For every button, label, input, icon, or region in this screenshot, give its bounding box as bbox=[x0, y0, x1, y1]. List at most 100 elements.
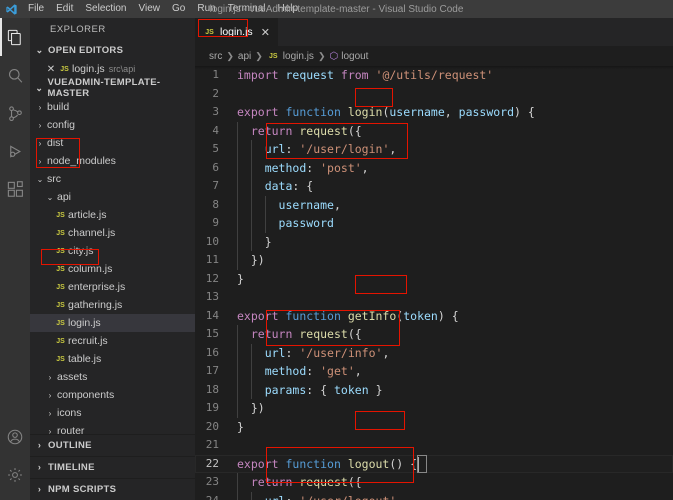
line-text: return request({ bbox=[237, 325, 362, 344]
indent-guide bbox=[251, 344, 252, 363]
close-icon[interactable]: ✕ bbox=[44, 64, 58, 75]
tree-item-channel-js[interactable]: JSchannel.js bbox=[30, 224, 195, 242]
line-text: } bbox=[237, 270, 244, 289]
code-line[interactable]: 22export function logout() { bbox=[195, 455, 673, 474]
menu-edit[interactable]: Edit bbox=[50, 1, 79, 17]
code-line[interactable]: 11 }) bbox=[195, 251, 673, 270]
breadcrumb-src[interactable]: src bbox=[209, 51, 222, 62]
code-line[interactable]: 8 username, bbox=[195, 196, 673, 215]
code-line[interactable]: 2 bbox=[195, 85, 673, 104]
line-number: 24 bbox=[195, 492, 237, 500]
activity-source-control[interactable] bbox=[0, 94, 30, 132]
code-line[interactable]: 9 password bbox=[195, 214, 673, 233]
menu-run[interactable]: Run bbox=[191, 1, 221, 17]
js-icon: JS bbox=[54, 248, 67, 255]
breadcrumb-symbol[interactable]: logout bbox=[341, 51, 368, 62]
section-project-root[interactable]: ⌄ VUEADMIN-TEMPLATE-MASTER bbox=[30, 78, 195, 98]
panel-timeline[interactable]: › TIMELINE bbox=[30, 456, 195, 478]
tree-item-label: assets bbox=[56, 371, 87, 383]
menu-go[interactable]: Go bbox=[166, 1, 191, 17]
tree-item-article-js[interactable]: JSarticle.js bbox=[30, 206, 195, 224]
menu-help[interactable]: Help bbox=[272, 1, 305, 17]
file-tree[interactable]: ›build›config›dist›node_modules⌄src⌄apiJ… bbox=[30, 98, 195, 434]
chevron-down-icon: ⌄ bbox=[34, 83, 44, 94]
js-icon: JS bbox=[267, 53, 280, 60]
close-icon[interactable]: ✕ bbox=[261, 26, 270, 39]
code-content[interactable]: 1import request from '@/utils/request'23… bbox=[195, 66, 673, 500]
code-line[interactable]: 24 url: '/user/logout', bbox=[195, 492, 673, 500]
menu-view[interactable]: View bbox=[133, 1, 167, 17]
activity-explorer[interactable] bbox=[0, 18, 30, 56]
tree-item-build[interactable]: ›build bbox=[30, 98, 195, 116]
code-line[interactable]: 23 return request({ bbox=[195, 473, 673, 492]
tree-item-router[interactable]: ›router bbox=[30, 422, 195, 434]
menu-terminal[interactable]: Terminal bbox=[222, 1, 272, 17]
activity-run-debug[interactable] bbox=[0, 132, 30, 170]
tree-item-label: table.js bbox=[67, 353, 101, 365]
line-text: url: '/user/login', bbox=[237, 140, 396, 159]
menu-bar[interactable]: File Edit Selection View Go Run Terminal… bbox=[22, 1, 304, 17]
code-line[interactable]: 6 method: 'post', bbox=[195, 159, 673, 178]
tree-item-recruit-js[interactable]: JSrecruit.js bbox=[30, 332, 195, 350]
panel-outline[interactable]: › OUTLINE bbox=[30, 434, 195, 456]
activity-settings[interactable] bbox=[0, 456, 30, 494]
line-number: 17 bbox=[195, 362, 237, 381]
tree-item-node-modules[interactable]: ›node_modules bbox=[30, 152, 195, 170]
code-line[interactable]: 16 url: '/user/info', bbox=[195, 344, 673, 363]
tree-item-components[interactable]: ›components bbox=[30, 386, 195, 404]
code-line[interactable]: 13 bbox=[195, 288, 673, 307]
code-line[interactable]: 3export function login(username, passwor… bbox=[195, 103, 673, 122]
line-text: data: { bbox=[237, 177, 313, 196]
tree-item-column-js[interactable]: JScolumn.js bbox=[30, 260, 195, 278]
line-text: export function login(username, password… bbox=[237, 103, 535, 122]
tree-item-config[interactable]: ›config bbox=[30, 116, 195, 134]
tree-item-enterprise-js[interactable]: JSenterprise.js bbox=[30, 278, 195, 296]
code-editor[interactable]: 1import request from '@/utils/request'23… bbox=[195, 66, 673, 500]
code-line[interactable]: 7 data: { bbox=[195, 177, 673, 196]
code-line[interactable]: 18 params: { token } bbox=[195, 381, 673, 400]
code-line[interactable]: 5 url: '/user/login', bbox=[195, 140, 673, 159]
chevron-down-icon: ⌄ bbox=[34, 175, 46, 184]
line-text: params: { token } bbox=[237, 381, 383, 400]
activity-extensions[interactable] bbox=[0, 170, 30, 208]
panel-npm-scripts[interactable]: › NPM SCRIPTS bbox=[30, 478, 195, 500]
js-icon: JS bbox=[203, 29, 216, 36]
tree-item-table-js[interactable]: JStable.js bbox=[30, 350, 195, 368]
activity-search[interactable] bbox=[0, 56, 30, 94]
code-line[interactable]: 17 method: 'get', bbox=[195, 362, 673, 381]
tree-item-city-js[interactable]: JScity.js bbox=[30, 242, 195, 260]
tree-item-assets[interactable]: ›assets bbox=[30, 368, 195, 386]
tree-item-src[interactable]: ⌄src bbox=[30, 170, 195, 188]
panel-outline-label: OUTLINE bbox=[48, 440, 92, 451]
menu-selection[interactable]: Selection bbox=[79, 1, 132, 17]
code-line[interactable]: 10 } bbox=[195, 233, 673, 252]
breadcrumb[interactable]: src ❯ api ❯ JS login.js ❯ ⬡ logout bbox=[195, 46, 673, 66]
section-open-editors[interactable]: ⌄ OPEN EDITORS bbox=[30, 40, 195, 60]
code-line[interactable]: 4 return request({ bbox=[195, 122, 673, 141]
tab-login-js[interactable]: JS login.js ✕ bbox=[195, 18, 279, 46]
code-line[interactable]: 14export function getInfo(token) { bbox=[195, 307, 673, 326]
open-editor-item[interactable]: ✕ JS login.js src\api bbox=[30, 60, 195, 78]
code-line[interactable]: 21 bbox=[195, 436, 673, 455]
activity-accounts[interactable] bbox=[0, 418, 30, 456]
code-line[interactable]: 1import request from '@/utils/request' bbox=[195, 66, 673, 85]
code-line[interactable]: 12} bbox=[195, 270, 673, 289]
tree-item-dist[interactable]: ›dist bbox=[30, 134, 195, 152]
tree-item-login-js[interactable]: JSlogin.js bbox=[30, 314, 195, 332]
explorer-sidebar: EXPLORER ⌄ OPEN EDITORS ✕ JS login.js sr… bbox=[30, 18, 195, 500]
chevron-right-icon: › bbox=[34, 484, 45, 495]
tree-item-icons[interactable]: ›icons bbox=[30, 404, 195, 422]
indent-guide bbox=[237, 233, 238, 252]
code-line[interactable]: 19 }) bbox=[195, 399, 673, 418]
tree-item-api[interactable]: ⌄api bbox=[30, 188, 195, 206]
indent-guide bbox=[251, 214, 252, 233]
js-icon: JS bbox=[54, 284, 67, 291]
tree-item-gathering-js[interactable]: JSgathering.js bbox=[30, 296, 195, 314]
line-text: }) bbox=[237, 399, 265, 418]
menu-file[interactable]: File bbox=[22, 1, 50, 17]
code-line[interactable]: 15 return request({ bbox=[195, 325, 673, 344]
breadcrumb-file[interactable]: login.js bbox=[283, 51, 314, 62]
breadcrumb-api[interactable]: api bbox=[238, 51, 251, 62]
code-line[interactable]: 20} bbox=[195, 418, 673, 437]
sidebar-title: EXPLORER bbox=[30, 18, 195, 40]
